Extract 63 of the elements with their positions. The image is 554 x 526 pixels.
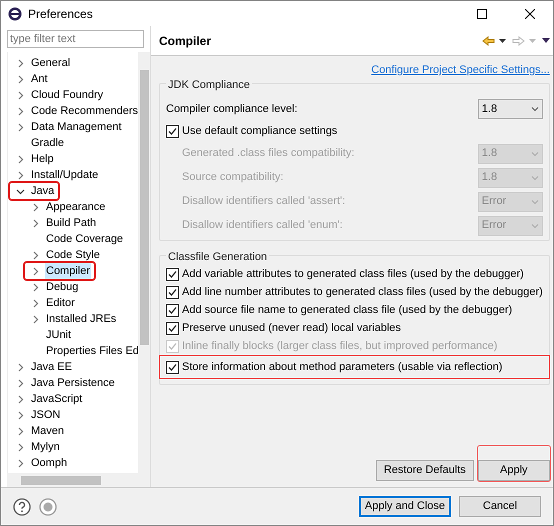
tree-item[interactable]: Data Management: [30, 118, 122, 136]
tree-item[interactable]: Cloud Foundry: [30, 86, 104, 104]
checkbox-label[interactable]: Use default compliance settings: [182, 123, 338, 140]
tree-item[interactable]: Code Coverage: [45, 230, 124, 248]
filter-field[interactable]: type filter text: [7, 30, 144, 48]
field-label: Generated .class files compatibility:: [182, 146, 354, 162]
tree-item[interactable]: Debug: [45, 278, 80, 296]
field-label: Disallow identifiers called 'assert':: [182, 194, 346, 210]
tree-item[interactable]: Appearance: [45, 198, 106, 216]
field-label: Source compatibility:: [182, 170, 284, 186]
dropdown-arrow-icon[interactable]: [498, 38, 506, 42]
window-title: Preferences: [28, 6, 93, 22]
scrollbar[interactable]: [7, 473, 150, 487]
dropdown[interactable]: 1.8: [478, 99, 543, 119]
tree-item[interactable]: JavaScript: [30, 390, 84, 408]
checkmark-icon: [168, 362, 177, 372]
maximize-icon[interactable]: [477, 8, 487, 18]
tree-item[interactable]: Mylyn: [30, 438, 61, 456]
checkbox-label[interactable]: Store information about method parameters (usable via reflection): [182, 358, 502, 376]
tree-item[interactable]: JUnit: [45, 326, 72, 344]
dialog-button[interactable]: Cancel: [459, 496, 541, 517]
checkbox-label[interactable]: Add variable attributes to generated class files (used by the debugger): [182, 266, 524, 283]
tree-item[interactable]: General: [30, 54, 72, 72]
checkbox[interactable]: [166, 322, 179, 335]
page-title: Compiler: [159, 32, 212, 50]
checkbox-label[interactable]: Add source file name to generated class file (used by the debugger): [182, 302, 512, 319]
checkbox-label[interactable]: Add line number attributes to generated class files (used by the debugger): [182, 284, 543, 301]
tree-item[interactable]: Install/Update: [30, 166, 100, 184]
tree-item[interactable]: Oomph: [30, 454, 68, 472]
tree-item[interactable]: Build Path: [45, 214, 98, 232]
checkbox[interactable]: [166, 304, 179, 317]
tree-item[interactable]: Java Persistence: [30, 374, 116, 392]
checkbox[interactable]: [166, 360, 179, 374]
tree-item[interactable]: Code Recommenders: [30, 102, 138, 120]
scrollbar[interactable]: [138, 52, 150, 473]
tree-item[interactable]: Ant: [30, 70, 49, 88]
page-button[interactable]: Apply: [478, 460, 550, 481]
tree-item[interactable]: Java: [30, 182, 56, 200]
tree-item[interactable]: JSON: [30, 406, 62, 424]
dialog-button[interactable]: Apply and Close: [358, 496, 451, 517]
tree-item[interactable]: Java EE: [30, 358, 73, 376]
close-icon[interactable]: [525, 8, 535, 18]
page-button[interactable]: Restore Defaults: [376, 460, 474, 481]
help-icon[interactable]: [13, 498, 31, 516]
field-label: Disallow identifiers called 'enum':: [182, 218, 343, 234]
tree-item[interactable]: Properties Files Ed: [45, 342, 138, 360]
field-label: Compiler compliance level:: [166, 102, 298, 117]
tree-item[interactable]: Gradle: [30, 134, 66, 152]
checkbox-label[interactable]: Preserve unused (never read) local variables: [182, 320, 401, 337]
tree-item[interactable]: Compiler: [45, 262, 92, 280]
tree-item[interactable]: Help: [30, 150, 55, 168]
tree-item[interactable]: Maven: [30, 422, 66, 440]
checkbox[interactable]: [166, 286, 179, 299]
tree-item[interactable]: Editor: [45, 294, 76, 312]
tree-item[interactable]: Code Style: [45, 246, 101, 264]
checkbox[interactable]: [166, 268, 179, 281]
checkmark-icon: [168, 126, 177, 136]
tree-item[interactable]: Installed JREs: [45, 310, 118, 328]
eclipse-icon: [8, 6, 22, 20]
configure-link[interactable]: Configure Project Specific Settings...: [371, 62, 550, 78]
checkbox[interactable]: [166, 124, 179, 138]
record-icon[interactable]: [39, 498, 57, 516]
menu-arrow-icon[interactable]: [542, 38, 550, 43]
